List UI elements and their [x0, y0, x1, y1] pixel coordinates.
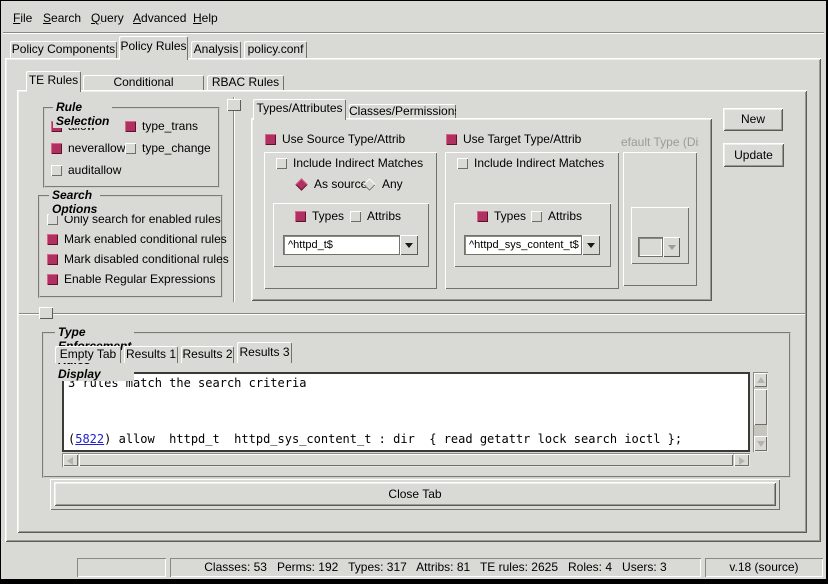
checkbox-auditallow[interactable] — [51, 165, 62, 176]
checkbox-mark-disabled-label: Mark disabled conditional rules — [64, 252, 229, 266]
tab-conditional-expressions[interactable]: Conditional Expressions — [83, 75, 204, 90]
vertical-sash-handle[interactable] — [227, 99, 241, 111]
checkbox-auditallow-label: auditallow — [68, 163, 121, 177]
tab-policy-rules[interactable]: Policy Rules — [119, 36, 188, 60]
checkbox-source-attribs[interactable] — [350, 211, 361, 222]
horizontal-sash[interactable] — [19, 313, 805, 315]
checkbox-type-trans-label: type_trans — [142, 119, 198, 133]
menu-search[interactable]: Search — [43, 11, 81, 25]
checkbox-use-target[interactable] — [446, 134, 457, 145]
tab-empty-tab[interactable]: Empty Tab — [55, 346, 121, 363]
rule-id-link[interactable]: 5822 — [75, 432, 104, 446]
scroll-left-button[interactable] — [63, 454, 78, 466]
tab-results-3[interactable]: Results 3 — [237, 342, 292, 363]
radio-any-label: Any — [382, 177, 403, 191]
menu-help[interactable]: Help — [193, 11, 218, 25]
chevron-down-icon — [668, 245, 676, 250]
arrow-up-icon — [757, 377, 765, 383]
horizontal-scrollbar-thumb[interactable] — [79, 454, 733, 466]
new-button[interactable]: New — [723, 108, 783, 131]
status-stats: Classes: 53 Perms: 192 Types: 317 Attrib… — [170, 558, 701, 577]
rule-selection-title: Rule Selection — [53, 100, 112, 128]
status-cell-empty — [77, 558, 166, 577]
vertical-scrollbar[interactable] — [753, 372, 768, 452]
scroll-right-button[interactable] — [734, 454, 749, 466]
source-type-value[interactable]: ^httpd_t$ — [283, 235, 400, 255]
status-version: v.18 (source) — [705, 558, 823, 577]
app-window: File Search Query Advanced Help Policy C… — [0, 0, 828, 584]
scroll-down-button[interactable] — [754, 436, 767, 451]
source-types-label: Types — [312, 209, 344, 223]
checkbox-source-indirect[interactable] — [276, 158, 287, 169]
checkbox-neverallow-label: neverallow — [68, 141, 125, 155]
menu-query[interactable]: Query — [91, 11, 124, 25]
default-combo-dropdown-button — [663, 237, 680, 257]
rule-text: ) allow httpd_t httpd_sys_content_t : di… — [104, 432, 682, 446]
vertical-scrollbar-thumb[interactable] — [754, 389, 767, 425]
default-type-combobox — [638, 237, 680, 257]
radio-as-source-label: As source — [314, 177, 367, 191]
source-attribs-label: Attribs — [367, 209, 401, 223]
menu-advanced[interactable]: Advanced — [133, 11, 186, 25]
target-type-value[interactable]: ^httpd_sys_content_t$ — [464, 235, 582, 255]
chevron-down-icon — [405, 243, 413, 248]
tab-types-attributes[interactable]: Types/Attributes * — [253, 99, 346, 120]
horizontal-scrollbar[interactable] — [62, 453, 750, 467]
tab-analysis[interactable]: Analysis — [191, 41, 241, 58]
arrow-right-icon — [739, 457, 745, 465]
checkbox-neverallow[interactable] — [51, 143, 62, 154]
checkbox-type-change-label: type_change — [142, 141, 211, 155]
checkbox-source-types[interactable] — [295, 211, 306, 222]
menubar-separator — [3, 32, 824, 34]
source-type-combobox[interactable]: ^httpd_t$ — [283, 235, 418, 255]
checkbox-target-indirect[interactable] — [457, 158, 468, 169]
tab-te-rules[interactable]: TE Rules — [26, 71, 81, 92]
results-rules: (5822) allow httpd_t httpd_sys_content_t… — [68, 404, 682, 452]
target-indirect-label: Include Indirect Matches — [474, 156, 604, 170]
target-types-label: Types — [494, 209, 526, 223]
checkbox-use-source[interactable] — [265, 134, 276, 145]
target-combo-dropdown-button[interactable] — [582, 235, 600, 255]
use-target-label: Use Target Type/Attrib — [463, 132, 581, 146]
tab-rbac-rules[interactable]: RBAC Rules — [207, 75, 284, 90]
menu-file[interactable]: File — [13, 11, 32, 25]
scroll-up-button[interactable] — [754, 373, 767, 387]
target-type-combobox[interactable]: ^httpd_sys_content_t$ — [464, 235, 600, 255]
checkbox-mark-enabled[interactable] — [47, 234, 58, 245]
checkbox-type-trans[interactable] — [125, 121, 136, 132]
search-options-title: Search Options — [49, 188, 100, 216]
chevron-down-icon — [587, 243, 595, 248]
checkbox-type-change[interactable] — [125, 143, 136, 154]
results-text-area[interactable]: 3 rules match the search criteria (5822)… — [62, 372, 750, 452]
tab-policy-conf[interactable]: policy.conf — [244, 41, 307, 58]
checkbox-mark-disabled[interactable] — [47, 254, 58, 265]
use-source-label: Use Source Type/Attrib — [282, 132, 405, 146]
checkbox-regex-label: Enable Regular Expressions — [64, 272, 215, 286]
arrow-down-icon — [757, 441, 765, 447]
update-button[interactable]: Update — [723, 143, 784, 167]
tab-policy-components[interactable]: Policy Components — [10, 41, 117, 58]
tab-classes-permissions[interactable]: Classes/Permissions — [349, 104, 456, 118]
checkbox-regex[interactable] — [47, 274, 58, 285]
source-combo-dropdown-button[interactable] — [400, 235, 418, 255]
horizontal-sash-handle[interactable] — [39, 307, 53, 319]
close-tab-button[interactable]: Close Tab — [54, 482, 776, 506]
default-type-value — [638, 237, 663, 257]
rule-line: (5822) allow httpd_t httpd_sys_content_t… — [68, 432, 682, 446]
tab-results-1[interactable]: Results 1 — [124, 346, 178, 363]
target-attribs-label: Attribs — [548, 209, 582, 223]
tab-results-2[interactable]: Results 2 — [181, 346, 234, 363]
default-type-label: efault Type (Disa — [621, 135, 699, 149]
checkbox-target-attribs[interactable] — [531, 211, 542, 222]
source-indirect-label: Include Indirect Matches — [293, 156, 423, 170]
arrow-left-icon — [67, 457, 73, 465]
vertical-sash[interactable] — [233, 97, 235, 302]
checkbox-target-types[interactable] — [477, 211, 488, 222]
checkbox-mark-enabled-label: Mark enabled conditional rules — [64, 232, 227, 246]
